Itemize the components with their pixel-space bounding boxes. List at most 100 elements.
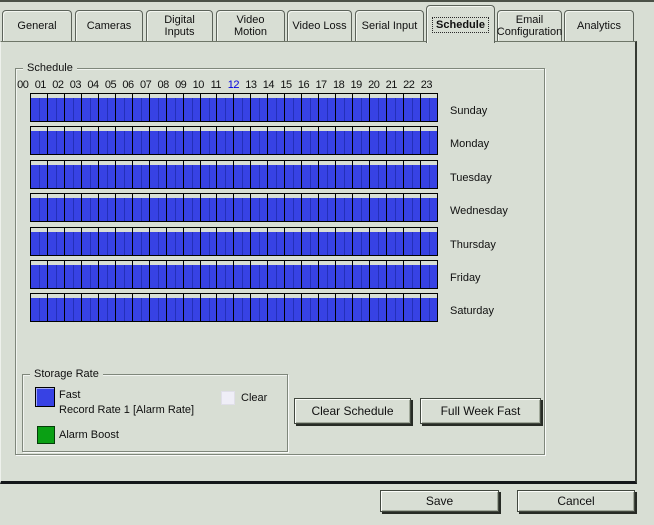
schedule-cell[interactable] xyxy=(31,194,48,221)
full-week-fast-button[interactable]: Full Week Fast xyxy=(420,398,541,424)
hour-label-04[interactable]: 04 xyxy=(84,79,102,92)
hour-label-12[interactable]: 12 xyxy=(225,79,243,92)
hour-label-08[interactable]: 08 xyxy=(154,79,172,92)
schedule-cell[interactable] xyxy=(285,127,303,154)
schedule-cell[interactable] xyxy=(217,294,235,321)
schedule-cell[interactable] xyxy=(132,194,150,221)
schedule-cell[interactable] xyxy=(370,161,388,188)
schedule-cell[interactable] xyxy=(234,161,252,188)
schedule-cell[interactable] xyxy=(98,261,116,288)
tab-digital-inputs[interactable]: Digital Inputs xyxy=(146,10,213,41)
schedule-cell[interactable] xyxy=(302,261,320,288)
schedule-cell[interactable] xyxy=(200,194,218,221)
schedule-cell[interactable] xyxy=(336,294,354,321)
hour-label-06[interactable]: 06 xyxy=(119,79,137,92)
schedule-cell[interactable] xyxy=(200,261,218,288)
hour-label-17[interactable]: 17 xyxy=(312,79,330,92)
schedule-cell[interactable] xyxy=(200,161,218,188)
schedule-cell[interactable] xyxy=(234,294,252,321)
schedule-cell[interactable] xyxy=(336,127,354,154)
hour-label-13[interactable]: 13 xyxy=(242,79,260,92)
schedule-cell[interactable] xyxy=(387,228,404,255)
schedule-cell[interactable] xyxy=(302,94,320,121)
schedule-cell[interactable] xyxy=(217,127,235,154)
schedule-cell[interactable] xyxy=(98,294,116,321)
hour-label-03[interactable]: 03 xyxy=(67,79,85,92)
schedule-cell[interactable] xyxy=(403,94,421,121)
schedule-cell[interactable] xyxy=(64,261,82,288)
schedule-cell[interactable] xyxy=(353,228,371,255)
schedule-cell[interactable] xyxy=(47,127,65,154)
hour-label-19[interactable]: 19 xyxy=(347,79,365,92)
schedule-cell[interactable] xyxy=(420,294,437,321)
schedule-cell[interactable] xyxy=(98,94,116,121)
tab-video-loss[interactable]: Video Loss xyxy=(287,10,352,41)
schedule-cell[interactable] xyxy=(81,161,99,188)
tab-analytics[interactable]: Analytics xyxy=(564,10,634,41)
hour-label-23[interactable]: 23 xyxy=(418,79,436,92)
schedule-cell[interactable] xyxy=(115,294,133,321)
schedule-cell[interactable] xyxy=(81,127,99,154)
day-label-monday[interactable]: Monday xyxy=(450,138,489,150)
schedule-cell[interactable] xyxy=(285,94,303,121)
schedule-cell[interactable] xyxy=(81,94,99,121)
schedule-cell[interactable] xyxy=(403,261,421,288)
hour-label-14[interactable]: 14 xyxy=(260,79,278,92)
day-label-thursday[interactable]: Thursday xyxy=(450,239,496,251)
schedule-cell[interactable] xyxy=(420,261,437,288)
schedule-cell[interactable] xyxy=(200,294,218,321)
hour-label-18[interactable]: 18 xyxy=(330,79,348,92)
schedule-cell[interactable] xyxy=(166,94,184,121)
day-label-sunday[interactable]: Sunday xyxy=(450,105,487,117)
schedule-cell[interactable] xyxy=(132,94,150,121)
schedule-cell[interactable] xyxy=(251,94,269,121)
schedule-cell[interactable] xyxy=(81,294,99,321)
schedule-cell[interactable] xyxy=(166,294,184,321)
schedule-cell[interactable] xyxy=(251,127,269,154)
schedule-cell[interactable] xyxy=(285,194,303,221)
schedule-cell[interactable] xyxy=(115,127,133,154)
schedule-cell[interactable] xyxy=(166,127,184,154)
schedule-cell[interactable] xyxy=(420,127,437,154)
schedule-cell[interactable] xyxy=(47,161,65,188)
hour-label-00[interactable]: 00 xyxy=(14,79,32,92)
hour-label-05[interactable]: 05 xyxy=(102,79,120,92)
schedule-cell[interactable] xyxy=(336,194,354,221)
schedule-cell[interactable] xyxy=(149,294,167,321)
schedule-cell[interactable] xyxy=(319,94,337,121)
schedule-cell[interactable] xyxy=(353,261,371,288)
schedule-cell[interactable] xyxy=(251,294,269,321)
schedule-cell[interactable] xyxy=(285,161,303,188)
schedule-cell[interactable] xyxy=(81,261,99,288)
schedule-cell[interactable] xyxy=(217,161,235,188)
day-label-wednesday[interactable]: Wednesday xyxy=(450,205,508,217)
schedule-cell[interactable] xyxy=(81,194,99,221)
schedule-cell[interactable] xyxy=(370,127,388,154)
schedule-cell[interactable] xyxy=(47,228,65,255)
schedule-cell[interactable] xyxy=(64,94,82,121)
schedule-cell[interactable] xyxy=(403,161,421,188)
schedule-cell[interactable] xyxy=(387,94,404,121)
schedule-cell[interactable] xyxy=(268,261,286,288)
schedule-cell[interactable] xyxy=(166,194,184,221)
schedule-cell[interactable] xyxy=(234,127,252,154)
schedule-cell[interactable] xyxy=(403,228,421,255)
schedule-cell[interactable] xyxy=(353,294,371,321)
schedule-cell[interactable] xyxy=(302,194,320,221)
schedule-cell[interactable] xyxy=(183,194,201,221)
schedule-cell[interactable] xyxy=(353,194,371,221)
schedule-cell[interactable] xyxy=(31,161,48,188)
tab-cameras[interactable]: Cameras xyxy=(75,10,143,41)
schedule-cell[interactable] xyxy=(132,127,150,154)
hour-label-22[interactable]: 22 xyxy=(400,79,418,92)
schedule-cell[interactable] xyxy=(319,294,337,321)
schedule-cell[interactable] xyxy=(234,228,252,255)
schedule-cell[interactable] xyxy=(183,94,201,121)
schedule-cell[interactable] xyxy=(64,294,82,321)
schedule-cell[interactable] xyxy=(268,294,286,321)
schedule-cell[interactable] xyxy=(234,261,252,288)
schedule-cell[interactable] xyxy=(149,228,167,255)
schedule-cell[interactable] xyxy=(64,161,82,188)
schedule-cell[interactable] xyxy=(31,94,48,121)
schedule-cell[interactable] xyxy=(64,127,82,154)
